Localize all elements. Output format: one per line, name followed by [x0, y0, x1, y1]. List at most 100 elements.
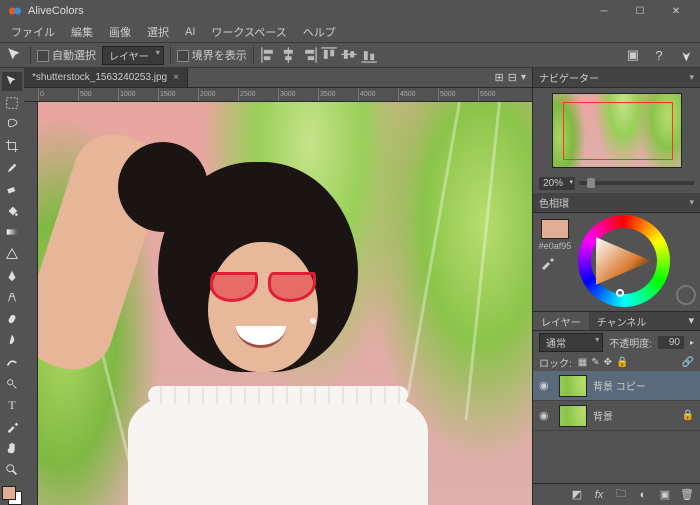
blend-mode-dropdown[interactable]: 通常 [539, 333, 603, 352]
color-panel-header[interactable]: 色相環 ▾ [533, 193, 700, 213]
menu-select[interactable]: 選択 [140, 22, 176, 42]
document-tab-label: *shutterstock_1563240253.jpg [32, 72, 167, 83]
notices-icon[interactable]: ▣ [624, 46, 642, 64]
opacity-stepper-icon[interactable]: ▸ [690, 338, 694, 347]
ruler-vertical [24, 102, 38, 505]
lock-pixels-icon[interactable]: ✎ [591, 357, 599, 368]
align-bottom-icon[interactable] [360, 46, 378, 64]
tool-dodge[interactable] [2, 374, 22, 393]
color-hex-value: #e0af95 [539, 241, 572, 251]
move-tool-icon[interactable] [6, 46, 24, 64]
title-bar: AliveColors ─ ☐ ✕ [0, 0, 700, 22]
menu-edit[interactable]: 編集 [64, 22, 100, 42]
menu-image[interactable]: 画像 [102, 22, 138, 42]
maximize-button[interactable]: ☐ [624, 1, 656, 21]
tool-lasso[interactable] [2, 115, 22, 134]
delete-layer-icon[interactable]: 🗑 [680, 488, 694, 502]
tool-heal[interactable] [2, 310, 22, 329]
align-left-icon[interactable] [260, 46, 278, 64]
lock-all-icon[interactable]: 🔒 [616, 357, 628, 368]
canvas[interactable] [38, 102, 532, 505]
layer-link-icon[interactable]: 🔗 [682, 357, 694, 368]
layer-target-dropdown[interactable]: レイヤー [102, 46, 164, 65]
lock-transparent-icon[interactable]: ▦ [578, 357, 587, 368]
tool-crop[interactable] [2, 137, 22, 156]
document-tab[interactable]: *shutterstock_1563240253.jpg × [24, 68, 188, 87]
new-layer-icon[interactable]: ▣ [658, 488, 672, 502]
menu-bar: ファイル 編集 画像 選択 AI ワークスペース ヘルプ [0, 22, 700, 42]
lock-position-icon[interactable]: ✥ [604, 357, 612, 368]
align-top-icon[interactable] [320, 46, 338, 64]
align-middle-v-icon[interactable] [340, 46, 358, 64]
visibility-toggle-icon[interactable]: ◉ [539, 409, 553, 422]
tab-layers[interactable]: レイヤー [533, 312, 589, 330]
current-color-swatch[interactable]: #e0af95 [539, 219, 571, 251]
opacity-value-input[interactable]: 90 [658, 336, 684, 349]
document-tab-bar: *shutterstock_1563240253.jpg × ⊞ ⊟ ▾ [24, 68, 532, 88]
view-grid-icon[interactable]: ⊞ [495, 71, 504, 84]
color-swatches[interactable] [2, 486, 22, 505]
layer-name[interactable]: 背景 [593, 408, 676, 423]
panel-menu-icon[interactable]: ▾ [682, 312, 700, 330]
align-right-icon[interactable] [300, 46, 318, 64]
layer-lock-row: ロック: ▦ ✎ ✥ 🔒 🔗 [533, 353, 700, 371]
tool-marquee[interactable] [2, 94, 22, 113]
tool-smudge[interactable] [2, 353, 22, 372]
show-bounds-checkbox[interactable]: 境界を表示 [177, 47, 247, 63]
tool-blur[interactable] [2, 331, 22, 350]
tool-hand[interactable] [2, 439, 22, 458]
foreground-swatch[interactable] [2, 486, 16, 500]
navigator-zoom-row: 20% [533, 173, 700, 193]
tool-fill[interactable] [2, 202, 22, 221]
menu-file[interactable]: ファイル [4, 22, 62, 42]
menu-ai[interactable]: AI [178, 24, 202, 40]
tool-zoom[interactable] [2, 461, 22, 480]
layer-thumbnail [559, 375, 587, 397]
tool-brush[interactable] [2, 158, 22, 177]
align-buttons [260, 46, 378, 64]
options-bar: 自動選択 レイヤー 境界を表示 ▣ ? [0, 42, 700, 68]
eyedropper-icon[interactable] [539, 255, 555, 271]
lock-icon: 🔒 [682, 410, 694, 421]
tool-eraser[interactable] [2, 180, 22, 199]
color-wheel[interactable] [571, 213, 676, 311]
tool-clone[interactable] [2, 288, 22, 307]
layer-name[interactable]: 背景 コピー [593, 378, 694, 393]
zoom-value-dropdown[interactable]: 20% [539, 177, 575, 190]
menu-workspace[interactable]: ワークスペース [204, 22, 293, 42]
add-fx-icon[interactable]: fx [592, 488, 606, 502]
view-list-icon[interactable]: ⊟ [508, 71, 517, 84]
tool-text[interactable]: T [2, 396, 22, 415]
tool-shape[interactable] [2, 245, 22, 264]
share-icon[interactable] [676, 46, 694, 64]
panel-menu-icon[interactable]: ▾ [689, 197, 694, 208]
navigator-viewbox[interactable] [563, 102, 673, 160]
align-center-h-icon[interactable] [280, 46, 298, 64]
tool-color-picker[interactable] [2, 418, 22, 437]
tool-gradient[interactable] [2, 223, 22, 242]
tool-move[interactable] [2, 72, 22, 91]
navigator-preview[interactable] [533, 88, 700, 173]
tool-pen[interactable] [2, 266, 22, 285]
menu-help[interactable]: ヘルプ [296, 22, 343, 42]
close-button[interactable]: ✕ [660, 1, 692, 21]
layer-row[interactable]: ◉ 背景 🔒 [533, 401, 700, 431]
color-compare-icon[interactable] [676, 285, 696, 305]
layers-panel-tabs: レイヤー チャンネル ▾ [533, 311, 700, 331]
zoom-slider[interactable] [579, 181, 694, 185]
add-mask-icon[interactable]: ◩ [570, 488, 584, 502]
app-title: AliveColors [28, 5, 588, 17]
view-menu-icon[interactable]: ▾ [521, 72, 526, 83]
layer-row[interactable]: ◉ 背景 コピー [533, 371, 700, 401]
app-logo-icon [8, 4, 22, 18]
tab-channels[interactable]: チャンネル [589, 312, 655, 330]
adjustment-layer-icon[interactable]: ◐ [636, 488, 650, 502]
panel-menu-icon[interactable]: ▾ [689, 72, 694, 83]
tab-close-icon[interactable]: × [173, 72, 179, 83]
new-folder-icon[interactable]: 🗀 [614, 488, 628, 502]
visibility-toggle-icon[interactable]: ◉ [539, 379, 553, 392]
minimize-button[interactable]: ─ [588, 1, 620, 21]
auto-select-checkbox[interactable]: 自動選択 [37, 47, 96, 63]
navigator-header[interactable]: ナビゲーター ▾ [533, 68, 700, 88]
help-icon[interactable]: ? [650, 46, 668, 64]
